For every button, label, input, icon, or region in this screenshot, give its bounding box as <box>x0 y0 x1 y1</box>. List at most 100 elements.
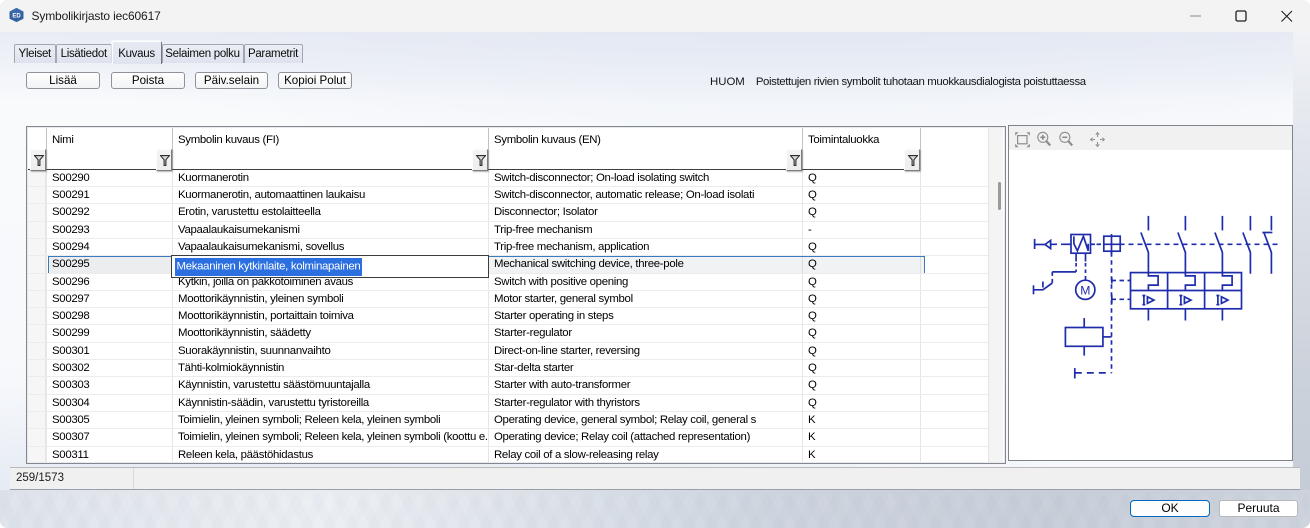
cell-edit-input[interactable]: Mekaaninen kytkinlaite, kolminapainen <box>171 255 489 278</box>
window-title: Symbolikirjasto iec60617 <box>32 9 161 23</box>
scrollbar-thumb[interactable] <box>998 182 1001 210</box>
vertical-scrollbar[interactable] <box>988 128 1003 462</box>
cell-nimi: S00292 <box>52 204 170 221</box>
minimize-button[interactable] <box>1172 0 1218 32</box>
zoom-fit-icon[interactable] <box>1014 131 1031 148</box>
minimize-icon <box>1172 0 1218 32</box>
ok-button[interactable]: OK <box>1130 500 1210 517</box>
status-bar: 259/1573 <box>10 467 1300 490</box>
cell-toimintaluokka: Q <box>808 239 888 256</box>
tab-parametrit[interactable]: Parametrit <box>244 44 303 63</box>
titlebar: ED Symbolikirjasto iec60617 <box>0 0 1310 32</box>
cell-kuvaus-en: Mechanical switching device, three-pole <box>494 256 802 273</box>
filter-button[interactable] <box>786 149 802 171</box>
cancel-button[interactable]: Peruuta <box>1219 500 1298 517</box>
cell-kuvaus-fi: Käynnistin, varustettu säästömuuntajalla <box>178 377 488 394</box>
filter-button[interactable] <box>30 149 46 171</box>
column-header[interactable]: Symbolin kuvaus (EN) <box>494 128 601 150</box>
close-icon <box>1264 0 1310 32</box>
cell-nimi: S00295 <box>52 256 170 273</box>
column-separator <box>488 128 489 170</box>
cell-toimintaluokka: Q <box>808 291 888 308</box>
cell-kuvaus-fi: Kuormanerotin <box>178 170 488 187</box>
cell-kuvaus-fi: Releen kela, päästöhidastus <box>178 447 488 462</box>
cell-kuvaus-fi: Käynnistin-säädin, varustettu tyristorei… <box>178 395 488 412</box>
column-header[interactable]: Symbolin kuvaus (FI) <box>178 128 279 150</box>
cell-kuvaus-fi: Tähti-kolmiokäynnistin <box>178 360 488 377</box>
cell-toimintaluokka: Q <box>808 395 888 412</box>
table-row[interactable]: S00303 Käynnistin, varustettu säästömuunt… <box>28 377 988 394</box>
cell-nimi: S00303 <box>52 377 170 394</box>
table-row[interactable]: S00304 Käynnistin-säädin, varustettu tyri… <box>28 395 988 412</box>
filter-funnel-icon <box>476 155 486 166</box>
cell-nimi: S00293 <box>52 222 170 239</box>
cell-toimintaluokka: Q <box>808 204 888 221</box>
tab-kuvaus[interactable]: Kuvaus <box>112 41 162 64</box>
cell-kuvaus-en: Starter-regulator <box>494 325 802 342</box>
table-row[interactable]: S00302Tähti-kolmiokäynnistinStar-delta s… <box>28 360 988 377</box>
cell-toimintaluokka: K <box>808 412 888 429</box>
table-row[interactable]: S00293 Vapaalaukaisumekanismi Trip-free me… <box>28 222 988 239</box>
note-text: HUOMPoistettujen rivien symbolit tuhotaa… <box>710 76 1086 88</box>
zoom-in-icon[interactable] <box>1036 131 1053 148</box>
cell-nimi: S00304 <box>52 395 170 412</box>
cell-toimintaluokka: K <box>808 447 888 462</box>
filter-button[interactable] <box>472 149 488 171</box>
column-header[interactable]: Nimi <box>52 128 74 150</box>
cell-kuvaus-fi: Erotin, varustettu estolaitteella <box>178 204 488 221</box>
cell-nimi: S00290 <box>52 170 170 187</box>
table-row[interactable]: S00294Vapaalaukaisumekanismi, sovellusTr… <box>28 239 988 256</box>
cell-toimintaluokka: Q <box>808 343 888 360</box>
cell-kuvaus-en: Disconnector; Isolator <box>494 204 802 221</box>
cell-nimi: S00301 <box>52 343 170 360</box>
column-header[interactable]: Toimintaluokka <box>808 128 879 150</box>
cell-toimintaluokka: - <box>808 222 888 239</box>
cell-kuvaus-fi: Moottorikäynnistin, säädetty <box>178 325 488 342</box>
table-row[interactable]: S00292 Erotin, varustettu estolaitteella D… <box>28 204 988 221</box>
cell-toimintaluokka: Q <box>808 377 888 394</box>
cell-toimintaluokka: Q <box>808 308 888 325</box>
table-row[interactable]: S00299Moottorikäynnistin, säädettyStarte… <box>28 325 988 342</box>
close-button[interactable] <box>1264 0 1310 32</box>
note-label: HUOM <box>710 76 745 88</box>
cell-kuvaus-en: Operating device; Relay coil (attached r… <box>494 429 802 446</box>
table-row[interactable]: S00311Releen kela, päästöhidastusRelay c… <box>28 447 988 462</box>
cell-kuvaus-en: Operating device, general symbol; Relay … <box>494 412 802 429</box>
add-button[interactable]: Lisää <box>26 72 100 89</box>
table-row[interactable]: S00301Suorakäynnistin, suunnanvaihtoDire… <box>28 343 988 360</box>
tab-lis-tiedot[interactable]: Lisätiedot <box>56 44 112 63</box>
cell-kuvaus-fi: Vapaalaukaisumekanismi <box>178 222 488 239</box>
svg-text:ED: ED <box>12 13 21 19</box>
cell-kuvaus-en: Switch-disconnector; On-load isolating s… <box>494 170 802 187</box>
zoom-out-icon[interactable] <box>1058 131 1075 148</box>
pan-icon[interactable] <box>1089 131 1106 148</box>
delete-button[interactable]: Poista <box>111 72 185 89</box>
column-separator <box>920 128 921 170</box>
copy-paths-button[interactable]: Kopioi Polut <box>278 72 352 89</box>
maximize-button[interactable] <box>1218 0 1264 32</box>
app-icon: ED <box>9 7 24 23</box>
right-margin <box>1293 32 1310 490</box>
table-row[interactable]: S00307Toimielin, yleinen symboli; Releen… <box>28 429 988 446</box>
table-row[interactable]: S00297Moottorikäynnistin, yleinen symbol… <box>28 291 988 308</box>
cell-kuvaus-en: Relay coil of a slow-releasing relay <box>494 447 802 462</box>
tab-selaimen-polku[interactable]: Selaimen polku <box>162 44 244 63</box>
cell-kuvaus-en: Motor starter, general symbol <box>494 291 802 308</box>
selected-text: Mekaaninen kytkinlaite, kolminapainen <box>175 258 362 276</box>
cell-nimi: S00291 <box>52 187 170 204</box>
filter-funnel-icon <box>160 155 170 166</box>
table-row[interactable]: S00305Toimielin, yleinen symboli; Releen… <box>28 412 988 429</box>
cell-toimintaluokka: Q <box>808 325 888 342</box>
filter-button[interactable] <box>904 149 920 171</box>
filter-button[interactable] <box>156 149 172 171</box>
table-row[interactable]: S00298Moottorikäynnistin, portaittain to… <box>28 308 988 325</box>
update-browser-button[interactable]: Päiv.selain <box>195 72 268 89</box>
table-row[interactable]: S00290 Kuormanerotin Switch-disconnector; … <box>28 170 988 187</box>
table-row[interactable]: S00291Kuormanerotin, automaattinen lauka… <box>28 187 988 204</box>
cell-nimi: S00298 <box>52 308 170 325</box>
cell-nimi: S00302 <box>52 360 170 377</box>
maximize-icon <box>1218 0 1264 32</box>
tab-yleiset[interactable]: Yleiset <box>14 44 57 63</box>
symbol-table: Nimi Symbolin kuvaus (FI) Symbolin kuvaus … <box>26 126 1006 464</box>
cell-kuvaus-en: Trip-free mechanism <box>494 222 802 239</box>
